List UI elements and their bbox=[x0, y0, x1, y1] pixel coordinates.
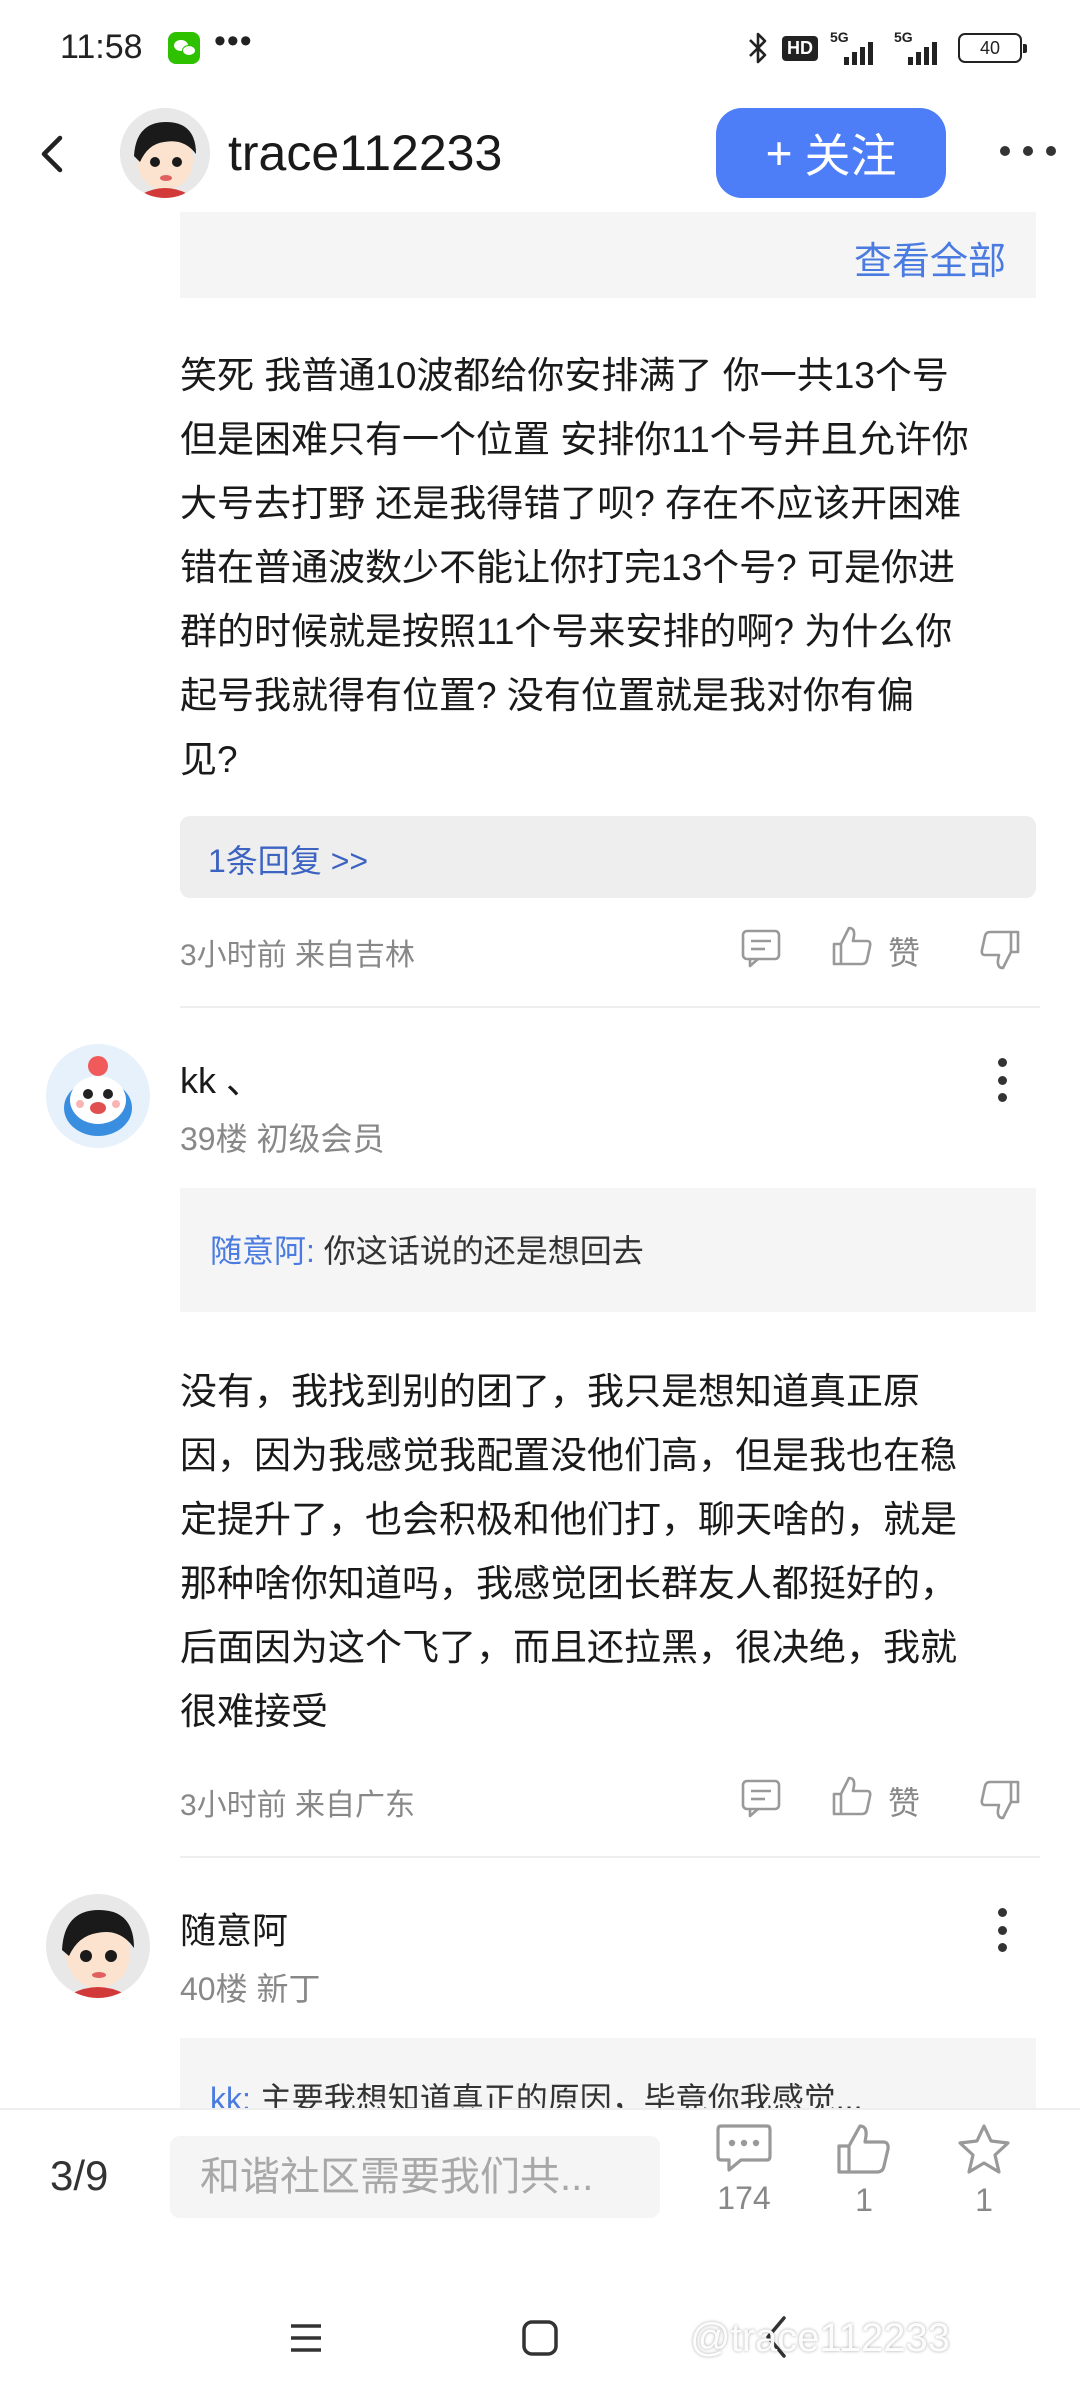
text-line: 见? bbox=[180, 739, 238, 780]
author-avatar[interactable] bbox=[120, 108, 210, 198]
commenter-username[interactable]: 随意阿 bbox=[180, 1902, 288, 1954]
quoted-comment[interactable]: 随意阿: 你这话说的还是想回去 bbox=[180, 1188, 1036, 1312]
recent-apps-icon[interactable] bbox=[288, 2320, 324, 2356]
reply-icon[interactable] bbox=[740, 928, 782, 968]
comment-actions: 赞 bbox=[740, 1774, 1040, 1824]
floor-info: 39楼 初级会员 bbox=[180, 1121, 385, 1157]
comment-more-icon[interactable] bbox=[996, 1908, 1008, 1952]
text-line: 群的时候就是按照11个号来安排的啊? 为什么你 bbox=[180, 611, 953, 652]
signal-icon: 5G bbox=[830, 29, 882, 65]
more-notifications-icon: ••• bbox=[214, 22, 253, 60]
home-icon[interactable] bbox=[520, 2318, 560, 2358]
text-line: 那种啥你知道吗，我感觉团长群友人都挺好的， bbox=[180, 1563, 957, 1604]
quoted-reply-box: 查看全部 bbox=[180, 212, 1036, 298]
post-header: trace112233 + 关注 bbox=[0, 96, 1080, 212]
floor-info: 40楼 新丁 bbox=[180, 1971, 321, 2007]
author-username[interactable]: trace112233 bbox=[228, 124, 502, 182]
more-options-icon[interactable] bbox=[1000, 146, 1056, 160]
text-line: 错在普通波数少不能让你打完13个号? 可是你进 bbox=[180, 547, 956, 588]
text-line: 因，因为我感觉我配置没他们高，但是我也在稳 bbox=[180, 1435, 957, 1476]
replies-link[interactable]: 1条回复 >> bbox=[208, 836, 368, 882]
divider bbox=[180, 1856, 1040, 1858]
text-line: 没有，我找到别的团了，我只是想知道真正原 bbox=[180, 1371, 920, 1412]
comment-body: 笑死 我普通10波都给你安排满了 你一共13个号 但是困难只有一个位置 安排你1… bbox=[180, 344, 1040, 792]
favorites-count: 1 bbox=[975, 2182, 993, 2218]
comment-meta: 3小时前 来自广东 bbox=[180, 1789, 416, 1822]
like-button[interactable]: 1 bbox=[814, 2122, 914, 2242]
watermark: @trace112233 bbox=[690, 2316, 951, 2360]
status-time: 11:58 bbox=[60, 28, 143, 66]
signal-icon: 5G bbox=[894, 29, 946, 65]
text-line: 笑死 我普通10波都给你安排满了 你一共13个号 bbox=[180, 355, 949, 396]
bluetooth-icon bbox=[749, 32, 767, 64]
text-line: 后面因为这个飞了，而且还拉黑，很决绝，我就 bbox=[180, 1627, 957, 1668]
view-all-link[interactable]: 查看全部 bbox=[854, 230, 1006, 285]
comments-count: 174 bbox=[717, 2180, 771, 2216]
commenter-username[interactable]: kk 、 bbox=[180, 1052, 262, 1104]
replies-box[interactable]: 1条回复 >> bbox=[180, 816, 1036, 898]
status-bar: 11:58 ••• HD 5G 5G 40 bbox=[0, 0, 1080, 96]
comment-body: 没有，我找到别的团了，我只是想知道真正原 因，因为我感觉我配置没他们高，但是我也… bbox=[180, 1360, 1040, 1744]
thumbs-down-icon[interactable] bbox=[978, 928, 1022, 972]
status-indicators: HD 5G 5G 40 bbox=[746, 29, 1027, 66]
cartoon-face-icon bbox=[120, 108, 210, 198]
thumbs-up-icon[interactable] bbox=[830, 1774, 874, 1818]
follow-label: 关注 bbox=[804, 130, 897, 182]
divider bbox=[180, 1006, 1040, 1008]
text-line: 起号我就得有位置? 没有位置就是我对你有偏 bbox=[180, 675, 914, 716]
reply-icon[interactable] bbox=[740, 1778, 782, 1818]
comment-actions: 赞 bbox=[740, 924, 1040, 974]
battery-icon: 40 bbox=[958, 33, 1027, 63]
comments-button[interactable]: 174 bbox=[694, 2122, 794, 2242]
quote-content: 随意阿: 你这话说的还是想回去 bbox=[210, 1226, 644, 1272]
comment-meta: 3小时前 来自吉林 bbox=[180, 939, 416, 972]
hd-badge: HD bbox=[782, 35, 818, 61]
comment-more-icon[interactable] bbox=[996, 1058, 1008, 1102]
cartoon-blob-icon bbox=[46, 1044, 150, 1148]
cartoon-face-icon bbox=[46, 1894, 150, 1998]
system-nav-bar: @trace112233 bbox=[0, 2290, 1080, 2400]
star-icon bbox=[958, 2124, 1010, 2174]
quoted-comment[interactable]: kk: 主要我想知道真正的原因，毕竟你我感觉... bbox=[180, 2038, 1036, 2117]
commenter-avatar[interactable] bbox=[46, 1894, 150, 1998]
thumbs-up-icon bbox=[837, 2124, 890, 2174]
comment-input[interactable] bbox=[170, 2136, 660, 2218]
favorite-button[interactable]: 1 bbox=[934, 2122, 1034, 2242]
quote-text: 你这话说的还是想回去 bbox=[323, 1233, 644, 1269]
plus-icon: + bbox=[765, 127, 793, 179]
wechat-icon bbox=[168, 32, 200, 64]
quote-author[interactable]: 随意阿: bbox=[210, 1233, 315, 1269]
commenter-avatar[interactable] bbox=[46, 1044, 150, 1148]
like-label[interactable]: 赞 bbox=[888, 1778, 920, 1824]
text-line: 很难接受 bbox=[180, 1691, 328, 1732]
text-line: 定提升了，也会积极和他们打，聊天啥的，就是 bbox=[180, 1499, 957, 1540]
likes-count: 1 bbox=[855, 2182, 873, 2218]
text-line: 大号去打野 还是我得错了呗? 存在不应该开困难 bbox=[180, 483, 962, 524]
page-indicator[interactable]: 3/9 bbox=[50, 2152, 108, 2200]
text-line: 但是困难只有一个位置 安排你11个号并且允许你 bbox=[180, 419, 969, 460]
comment-bubble-icon bbox=[716, 2124, 772, 2172]
back-arrow-icon[interactable] bbox=[36, 134, 72, 174]
thumbs-up-icon[interactable] bbox=[830, 924, 874, 968]
thumbs-down-icon[interactable] bbox=[978, 1778, 1022, 1822]
follow-button[interactable]: + 关注 bbox=[716, 108, 946, 198]
like-label[interactable]: 赞 bbox=[888, 928, 920, 974]
